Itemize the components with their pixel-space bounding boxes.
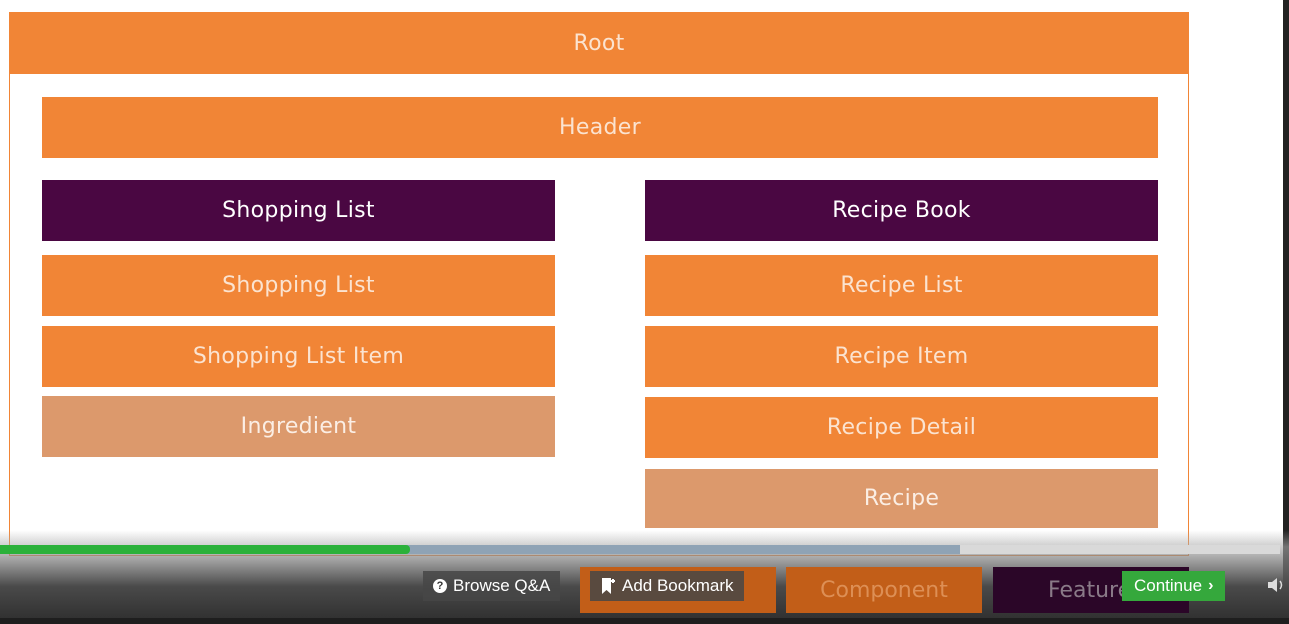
shopping-list-item-box: Shopping List Item	[42, 326, 555, 387]
recipe-list-label: Recipe List	[840, 273, 963, 298]
recipe-label: Recipe	[863, 486, 940, 511]
root-label: Root	[573, 30, 625, 56]
add-bookmark-label: Add Bookmark	[622, 576, 734, 595]
recipe-box: Recipe	[645, 469, 1158, 528]
legend-feature-label: Feature	[1048, 577, 1132, 603]
progress-fill	[0, 545, 410, 554]
recipe-book-label: Recipe Book	[832, 198, 971, 223]
recipe-list-box: Recipe List	[645, 255, 1158, 316]
ingredient-box: Ingredient	[42, 396, 555, 457]
root-box: Root	[9, 12, 1189, 74]
slide-diagram: Root Header Shopping List Shopping List …	[9, 12, 1189, 556]
recipe-item-label: Recipe Item	[834, 344, 969, 369]
continue-label: Continue	[1134, 576, 1203, 595]
bookmark-plus-icon	[602, 578, 615, 594]
shopping-feature-box: Shopping List	[42, 180, 555, 241]
legend-component-label: Component	[820, 577, 948, 603]
browse-qa-label: Browse Q&A	[453, 576, 551, 595]
speaker-icon[interactable]	[1266, 575, 1286, 595]
shopping-list-item-label: Shopping List Item	[192, 344, 405, 369]
shopping-list-label: Shopping List	[222, 273, 375, 298]
taskbar-strip	[0, 618, 1289, 624]
header-box: Header	[42, 97, 1158, 158]
recipe-detail-label: Recipe Detail	[826, 415, 977, 440]
shopping-list-box: Shopping List	[42, 255, 555, 316]
header-label: Header	[559, 115, 641, 140]
continue-button[interactable]: Continue ›	[1122, 571, 1226, 601]
legend-component: Component	[786, 567, 982, 613]
ingredient-label: Ingredient	[240, 414, 357, 439]
add-bookmark-button[interactable]: Add Bookmark	[590, 571, 744, 601]
recipe-book-box: Recipe Book	[645, 180, 1158, 241]
recipe-item-box: Recipe Item	[645, 326, 1158, 387]
chevron-right-icon: ›	[1208, 577, 1214, 594]
question-circle-icon: ?	[433, 579, 447, 593]
recipe-detail-box: Recipe Detail	[645, 397, 1158, 458]
shopping-feature-label: Shopping List	[222, 198, 375, 223]
browse-qa-button[interactable]: ? Browse Q&A	[423, 571, 561, 601]
